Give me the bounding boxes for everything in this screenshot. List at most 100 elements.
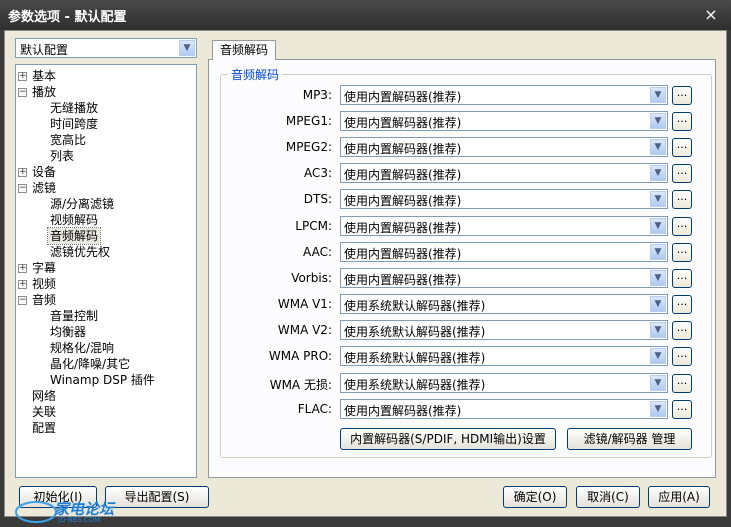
decoder-select-wma-v1[interactable]: 使用系统默认解码器(推荐) ▼ (340, 294, 668, 314)
decoder-select-lpcm[interactable]: 使用内置解码器(推荐) ▼ (340, 216, 668, 236)
label-wma-v1: WMA V1: (277, 297, 332, 311)
collapse-icon[interactable]: − (18, 184, 27, 193)
chevron-down-icon[interactable]: ▼ (179, 40, 195, 56)
label-wma-lossless: WMA 无损: (269, 378, 332, 392)
more-button-wma-v1[interactable]: ... (672, 295, 692, 314)
decoder-select-flac[interactable]: 使用内置解码器(推荐) ▼ (340, 399, 668, 419)
expand-icon[interactable]: + (18, 264, 27, 273)
decoder-select-wma-v2[interactable]: 使用系统默认解码器(推荐) ▼ (340, 320, 668, 340)
expand-icon[interactable]: + (18, 280, 27, 289)
tree-item-gapless[interactable]: 无缝播放 (50, 100, 98, 116)
tree-item-volume[interactable]: 音量控制 (50, 308, 98, 324)
chevron-down-icon[interactable]: ▼ (650, 218, 666, 234)
expand-icon[interactable]: + (18, 72, 27, 81)
select-value: 使用内置解码器(推荐) (344, 90, 462, 104)
label-wma-pro: WMA PRO: (268, 349, 332, 363)
decoder-select-aac[interactable]: 使用内置解码器(推荐) ▼ (340, 242, 668, 262)
tree-label: 基本 (32, 69, 57, 83)
tree-item-list[interactable]: 列表 (50, 148, 74, 164)
chevron-down-icon[interactable]: ▼ (650, 375, 666, 391)
chevron-down-icon[interactable]: ▼ (650, 322, 666, 338)
chevron-down-icon[interactable]: ▼ (650, 165, 666, 181)
chevron-down-icon[interactable]: ▼ (650, 191, 666, 207)
collapse-icon[interactable]: − (18, 296, 27, 305)
expand-icon[interactable]: + (18, 168, 27, 177)
more-button-wma-pro[interactable]: ... (672, 347, 692, 366)
decoder-select-vorbis[interactable]: 使用内置解码器(推荐) ▼ (340, 268, 668, 288)
more-button-flac[interactable]: ... (672, 400, 692, 419)
select-value: 使用内置解码器(推荐) (344, 142, 462, 156)
filter-decoder-manage-button[interactable]: 滤镜/解码器 管理 (567, 428, 692, 450)
tree-item-splitter[interactable]: 源/分离滤镜 (50, 196, 114, 212)
tree-item-filter-priority[interactable]: 滤镜优先权 (50, 244, 110, 260)
decoder-select-mp3[interactable]: 使用内置解码器(推荐) ▼ (340, 85, 668, 105)
select-value: 使用内置解码器(推荐) (344, 273, 462, 287)
more-button-lpcm[interactable]: ... (672, 217, 692, 236)
tree-label: 视频 (32, 277, 57, 291)
collapse-icon[interactable]: − (18, 88, 27, 97)
apply-button[interactable]: 应用(A) (648, 486, 710, 508)
more-button-mpeg2[interactable]: ... (672, 138, 692, 157)
more-button-aac[interactable]: ... (672, 243, 692, 262)
more-button-wma-v2[interactable]: ... (672, 321, 692, 340)
label-lpcm: LPCM: (295, 219, 332, 233)
tree-item-aspect[interactable]: 宽高比 (50, 132, 86, 148)
chevron-down-icon[interactable]: ▼ (650, 348, 666, 364)
ok-button[interactable]: 确定(O) (503, 486, 567, 508)
settings-tree[interactable]: + 基本 − 播放 无缝播放 时间跨度 宽高比 列表 + 设备 − 滤镜 源/分离滤镜 … (15, 64, 197, 478)
tree-item-video-decode[interactable]: 视频解码 (50, 212, 98, 228)
chevron-down-icon[interactable]: ▼ (650, 270, 666, 286)
chevron-down-icon[interactable]: ▼ (650, 87, 666, 103)
tree-item-audio-decode[interactable]: 音频解码 (46, 227, 102, 245)
tree-item-assoc[interactable]: 关联 (32, 404, 56, 420)
tree-item-winamp[interactable]: Winamp DSP 插件 (50, 372, 155, 388)
more-button-mpeg1[interactable]: ... (672, 112, 692, 131)
label-vorbis: Vorbis: (291, 271, 332, 285)
select-value: 使用内置解码器(推荐) (344, 116, 462, 130)
more-button-wma-lossless[interactable]: ... (672, 374, 692, 393)
chevron-down-icon[interactable]: ▼ (650, 244, 666, 260)
decoder-select-ac3[interactable]: 使用内置解码器(推荐) ▼ (340, 163, 668, 183)
select-value: 使用内置解码器(推荐) (344, 221, 462, 235)
tree-label: 滤镜 (32, 181, 57, 195)
title-bar[interactable]: 参数选项 - 默认配置 × (0, 0, 731, 30)
cancel-button[interactable]: 取消(C) (576, 486, 640, 508)
tree-label: 设备 (32, 165, 57, 179)
tree-label: 音频 (32, 293, 57, 307)
more-button-ac3[interactable]: ... (672, 164, 692, 183)
tree-label: 播放 (32, 85, 57, 99)
tree-item-network[interactable]: 网络 (32, 388, 56, 404)
label-wma-v2: WMA V2: (277, 323, 332, 337)
decoder-select-dts[interactable]: 使用内置解码器(推荐) ▼ (340, 189, 668, 209)
tree-item-normalize[interactable]: 规格化/混响 (50, 340, 114, 356)
dialog-body: 默认配置 ▼ + 基本 − 播放 无缝播放 时间跨度 宽高比 列表 + 设备 − 滤镜 … (4, 30, 727, 517)
more-button-mp3[interactable]: ... (672, 86, 692, 105)
select-value: 使用内置解码器(推荐) (344, 168, 462, 182)
decoder-select-mpeg1[interactable]: 使用内置解码器(推荐) ▼ (340, 111, 668, 131)
tree-item-config[interactable]: 配置 (32, 420, 56, 436)
builtin-decoder-settings-button[interactable]: 内置解码器(S/PDIF, HDMI输出)设置 (340, 428, 556, 450)
label-ac3: AC3: (303, 166, 332, 180)
tree-item-equalizer[interactable]: 均衡器 (50, 324, 86, 340)
label-mpeg2: MPEG2: (285, 140, 332, 154)
label-aac: AAC: (303, 245, 332, 259)
close-icon[interactable]: × (701, 5, 721, 25)
decoder-select-wma-pro[interactable]: 使用系统默认解码器(推荐) ▼ (340, 346, 668, 366)
chevron-down-icon[interactable]: ▼ (650, 139, 666, 155)
decoder-select-wma-lossless[interactable]: 使用系统默认解码器(推荐) ▼ (340, 373, 668, 393)
more-button-vorbis[interactable]: ... (672, 269, 692, 288)
chevron-down-icon[interactable]: ▼ (650, 401, 666, 417)
profile-select[interactable]: 默认配置 ▼ (15, 38, 197, 58)
decoder-select-mpeg2[interactable]: 使用内置解码器(推荐) ▼ (340, 137, 668, 157)
tree-item-crystal[interactable]: 晶化/降噪/其它 (50, 356, 130, 372)
chevron-down-icon[interactable]: ▼ (650, 296, 666, 312)
label-dts: DTS: (303, 192, 332, 206)
chevron-down-icon[interactable]: ▼ (650, 113, 666, 129)
more-button-dts[interactable]: ... (672, 190, 692, 209)
label-flac: FLAC: (297, 402, 332, 416)
select-value: 使用系统默认解码器(推荐) (344, 378, 486, 392)
tree-item-timestretch[interactable]: 时间跨度 (50, 116, 98, 132)
tab-audio-decode[interactable]: 音频解码 (212, 40, 276, 60)
watermark-logo: 家电论坛 JD-BBS.COM (14, 500, 134, 524)
watermark-subtext: JD-BBS.COM (58, 516, 101, 524)
